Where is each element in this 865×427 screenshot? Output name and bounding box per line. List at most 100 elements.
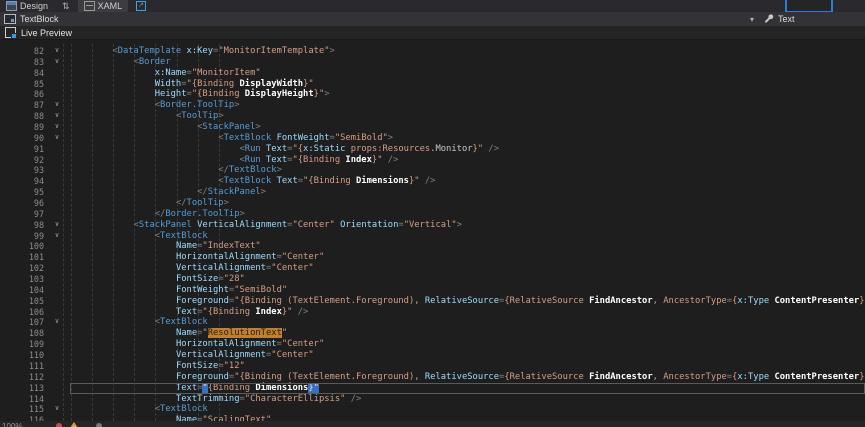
line-number[interactable]: 98 bbox=[0, 220, 44, 231]
element-selector-dropdown[interactable]: TextBlock ▾ bbox=[0, 14, 754, 24]
fold-chevron-icon[interactable]: ∨ bbox=[44, 133, 70, 144]
code-line[interactable]: 110 VerticalAlignment="Center" bbox=[0, 350, 865, 361]
code-text: HorizontalAlignment="Center" bbox=[70, 252, 865, 263]
code-line[interactable]: 111 FontSize="12" bbox=[0, 361, 865, 372]
line-number[interactable]: 103 bbox=[0, 274, 44, 285]
code-line[interactable]: 100 Name="IndexText" bbox=[0, 241, 865, 252]
line-number[interactable]: 94 bbox=[0, 176, 44, 187]
fold-chevron-icon[interactable]: ∨ bbox=[44, 220, 70, 231]
member-selector-dropdown[interactable]: Text bbox=[754, 14, 795, 24]
code-line[interactable]: 89∨ <StackPanel> bbox=[0, 122, 865, 133]
line-number[interactable]: 90 bbox=[0, 133, 44, 144]
line-number[interactable]: 105 bbox=[0, 296, 44, 307]
line-number[interactable]: 108 bbox=[0, 328, 44, 339]
popout-icon[interactable]: ↗ bbox=[136, 1, 146, 11]
line-number[interactable]: 110 bbox=[0, 350, 44, 361]
code-line[interactable]: 104 FontWeight="SemiBold" bbox=[0, 285, 865, 296]
fold-spacer bbox=[44, 79, 70, 90]
line-number[interactable]: 114 bbox=[0, 394, 44, 405]
line-number[interactable]: 100 bbox=[0, 241, 44, 252]
code-line[interactable]: 109 HorizontalAlignment="Center" bbox=[0, 339, 865, 350]
code-line[interactable]: 101 HorizontalAlignment="Center" bbox=[0, 252, 865, 263]
code-line[interactable]: 91 <Run Text="{x:Static props:Resources.… bbox=[0, 144, 865, 155]
line-number[interactable]: 83 bbox=[0, 57, 44, 68]
code-line[interactable]: 103 FontSize="28" bbox=[0, 274, 865, 285]
line-number[interactable]: 112 bbox=[0, 372, 44, 383]
code-line[interactable]: 92 <Run Text="{Binding Index}" /> bbox=[0, 155, 865, 166]
code-line[interactable]: 84 x:Name="MonitorItem" bbox=[0, 68, 865, 79]
code-line[interactable]: 98∨ <StackPanel VerticalAlignment="Cente… bbox=[0, 220, 865, 231]
line-number[interactable]: 111 bbox=[0, 361, 44, 372]
code-line[interactable]: 107∨ <TextBlock bbox=[0, 317, 865, 328]
line-number[interactable]: 101 bbox=[0, 252, 44, 263]
line-number[interactable]: 92 bbox=[0, 155, 44, 166]
fold-chevron-icon[interactable]: ∨ bbox=[44, 57, 70, 68]
line-number[interactable]: 104 bbox=[0, 285, 44, 296]
code-line[interactable]: 114 TextTrimming="CharacterEllipsis" /> bbox=[0, 394, 865, 405]
fold-chevron-icon[interactable]: ∨ bbox=[44, 231, 70, 242]
warning-icon[interactable] bbox=[70, 422, 78, 427]
code-text: FontWeight="SemiBold" bbox=[70, 285, 865, 296]
code-line[interactable]: 96 </ToolTip> bbox=[0, 198, 865, 209]
line-number[interactable]: 82 bbox=[0, 46, 44, 57]
code-line[interactable]: 93 </TextBlock> bbox=[0, 165, 865, 176]
code-line[interactable]: 102 VerticalAlignment="Center" bbox=[0, 263, 865, 274]
line-number[interactable]: 85 bbox=[0, 79, 44, 90]
line-number[interactable]: 89 bbox=[0, 122, 44, 133]
line-number[interactable]: 86 bbox=[0, 89, 44, 100]
fold-chevron-icon[interactable]: ∨ bbox=[44, 100, 70, 111]
line-number[interactable]: 106 bbox=[0, 307, 44, 318]
code-line[interactable]: 106 Text="{Binding Index}" /> bbox=[0, 307, 865, 318]
tab-xaml[interactable]: XAML bbox=[78, 0, 129, 12]
code-text: <TextBlock bbox=[70, 317, 865, 328]
line-number[interactable]: 95 bbox=[0, 187, 44, 198]
fold-spacer bbox=[44, 165, 70, 176]
code-line[interactable]: 113 Text="{Binding Dimensions}" bbox=[0, 383, 865, 394]
message-icon[interactable] bbox=[96, 423, 102, 427]
tab-xaml-label: XAML bbox=[98, 1, 123, 11]
code-editor[interactable]: 82∨ <DataTemplate x:Key="MonitorItemTemp… bbox=[0, 40, 865, 421]
code-line[interactable]: 90∨ <TextBlock FontWeight="SemiBold"> bbox=[0, 133, 865, 144]
code-text: Width="{Binding DisplayWidth}" bbox=[70, 79, 865, 90]
line-number[interactable]: 102 bbox=[0, 263, 44, 274]
line-number[interactable]: 113 bbox=[0, 383, 44, 394]
code-line[interactable]: 82∨ <DataTemplate x:Key="MonitorItemTemp… bbox=[0, 46, 865, 57]
code-line[interactable]: 94 <TextBlock Text="{Binding Dimensions}… bbox=[0, 176, 865, 187]
code-line[interactable]: 85 Width="{Binding DisplayWidth}" bbox=[0, 79, 865, 90]
code-line[interactable]: 86 Height="{Binding DisplayHeight}"> bbox=[0, 89, 865, 100]
line-number[interactable]: 84 bbox=[0, 68, 44, 79]
code-text: FontSize="12" bbox=[70, 361, 865, 372]
line-number[interactable]: 99 bbox=[0, 231, 44, 242]
fold-chevron-icon[interactable]: ∨ bbox=[44, 111, 70, 122]
line-number[interactable]: 93 bbox=[0, 165, 44, 176]
code-line[interactable]: 99∨ <TextBlock bbox=[0, 231, 865, 242]
code-line[interactable]: 88∨ <ToolTip> bbox=[0, 111, 865, 122]
line-number[interactable]: 97 bbox=[0, 209, 44, 220]
code-line[interactable]: 83∨ <Border bbox=[0, 57, 865, 68]
line-number[interactable]: 96 bbox=[0, 198, 44, 209]
code-line[interactable]: 115∨ <TextBlock bbox=[0, 404, 865, 415]
code-text: </ToolTip> bbox=[70, 198, 865, 209]
line-number[interactable]: 107 bbox=[0, 317, 44, 328]
code-line[interactable]: 112 Foreground="{Binding (TextElement.Fo… bbox=[0, 372, 865, 383]
view-switcher-bar: Design ⇅ XAML ↗ bbox=[0, 0, 865, 12]
code-line[interactable]: 95 </StackPanel> bbox=[0, 187, 865, 198]
code-line[interactable]: 108 Name="ResolutionText" bbox=[0, 328, 865, 339]
code-line[interactable]: 87∨ <Border.ToolTip> bbox=[0, 100, 865, 111]
line-number[interactable]: 87 bbox=[0, 100, 44, 111]
zoom-level[interactable]: 100% bbox=[2, 422, 52, 427]
tab-design[interactable]: Design bbox=[0, 0, 54, 12]
code-line[interactable]: 97 </Border.ToolTip> bbox=[0, 209, 865, 220]
code-line[interactable]: 105 Foreground="{Binding (TextElement.Fo… bbox=[0, 296, 865, 307]
live-preview-bar[interactable]: Live Preview bbox=[0, 26, 865, 40]
line-number[interactable]: 115 bbox=[0, 404, 44, 415]
fold-chevron-icon[interactable]: ∨ bbox=[44, 404, 70, 415]
line-number[interactable]: 88 bbox=[0, 111, 44, 122]
fold-chevron-icon[interactable]: ∨ bbox=[44, 317, 70, 328]
line-number[interactable]: 91 bbox=[0, 144, 44, 155]
fold-chevron-icon[interactable]: ∨ bbox=[44, 122, 70, 133]
error-icon[interactable] bbox=[56, 423, 62, 427]
swap-panes-icon[interactable]: ⇅ bbox=[62, 1, 70, 11]
line-number[interactable]: 109 bbox=[0, 339, 44, 350]
fold-chevron-icon[interactable]: ∨ bbox=[44, 46, 70, 57]
